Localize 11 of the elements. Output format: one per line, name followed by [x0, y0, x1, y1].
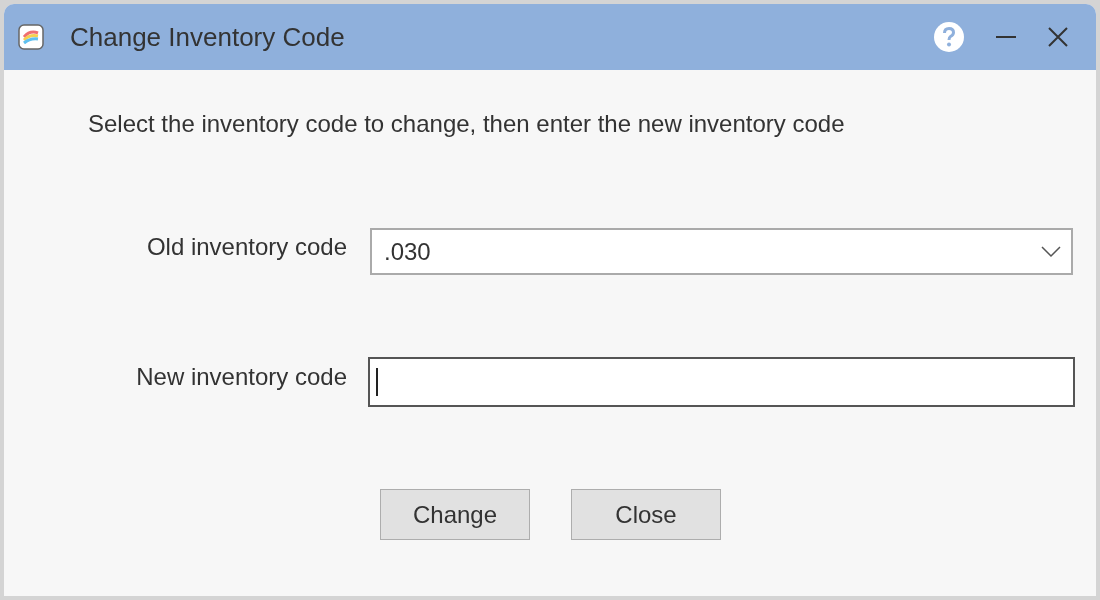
dialog-button[interactable]: Close [571, 489, 721, 540]
close-icon[interactable] [1046, 25, 1070, 49]
dialog-button[interactable]: Change [380, 489, 530, 540]
inventory-code-dropdown[interactable]: .030 [370, 228, 1073, 275]
chevron-down-icon [1041, 245, 1061, 258]
field-label: New inventory code [135, 363, 347, 391]
app-icon [18, 24, 44, 50]
input-field[interactable] [368, 357, 1075, 407]
window-title: Change Inventory Code [70, 21, 345, 53]
instruction-text: Select the inventory code to change, then enter the new inventory code [88, 110, 846, 138]
field-label: Old inventory code [145, 232, 347, 261]
